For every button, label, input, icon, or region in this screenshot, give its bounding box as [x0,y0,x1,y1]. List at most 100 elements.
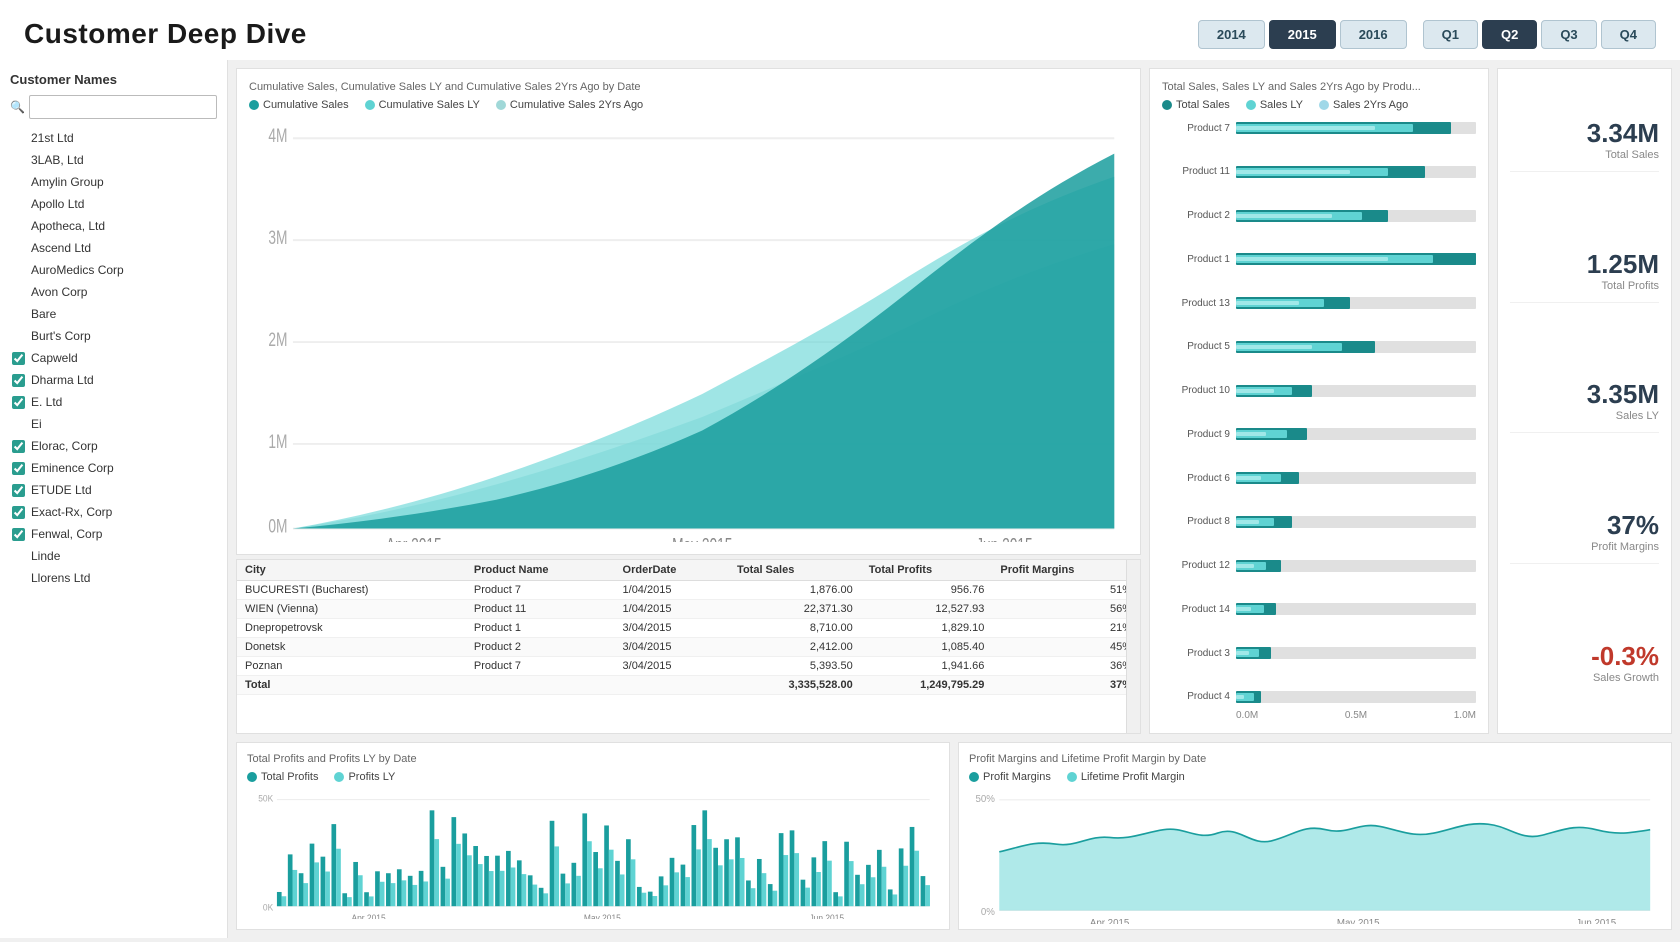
profit-bar-ly [871,877,876,906]
customer-checkbox[interactable] [12,352,25,365]
profit-bar-ly [816,872,821,906]
col-profitmargins[interactable]: Profit Margins [992,560,1140,581]
search-input[interactable] [29,95,217,119]
profit-bar-ly [347,897,352,906]
list-item[interactable]: 21st Ltd [10,127,217,149]
kpi-label: Total Sales [1510,149,1659,161]
table-row[interactable]: WIEN (Vienna) Product 11 1/04/2015 22,37… [237,600,1140,619]
list-item[interactable]: Dharma Ltd [10,369,217,391]
profit-bar-total [648,892,653,907]
list-item[interactable]: Apollo Ltd [10,193,217,215]
profit-bar-total [659,876,664,906]
profit-bar-total [484,856,489,906]
customer-checkbox[interactable] [12,374,25,387]
legend-label-total: Total Sales [1176,99,1230,111]
profit-bar-total [615,861,620,906]
customer-checkbox[interactable] [12,528,25,541]
col-product[interactable]: Product Name [466,560,615,581]
profit-bar-total [757,859,762,906]
list-item[interactable]: AuroMedics Corp [10,259,217,281]
quarter-tab-q4[interactable]: Q4 [1601,20,1656,49]
list-item[interactable]: Ascend Ltd [10,237,217,259]
customer-checkbox[interactable] [12,396,25,409]
bar-label: Product 13 [1162,298,1230,309]
svg-text:0K: 0K [263,902,273,913]
year-tab-2014[interactable]: 2014 [1198,20,1265,49]
customer-checkbox[interactable] [12,462,25,475]
svg-text:Apr 2015: Apr 2015 [352,913,386,919]
profit-bar-total [888,889,893,906]
list-item[interactable]: Bare [10,303,217,325]
col-city[interactable]: City [237,560,466,581]
col-totalsales[interactable]: Total Sales [729,560,861,581]
list-item[interactable]: E. Ltd [10,391,217,413]
page-title: Customer Deep Dive [24,18,307,50]
profit-bar-ly [925,885,930,906]
list-item[interactable]: Capweld [10,347,217,369]
bar-container [1236,210,1476,222]
bar-chart-area: Product 7 Product 11 Product 2 Product 1 [1162,119,1476,706]
tab-groups: 2014 2015 2016 Q1 Q2 Q3 Q4 [1198,20,1656,49]
br-dot-margins [969,772,979,782]
table-row[interactable]: BUCURESTI (Bucharest) Product 7 1/04/201… [237,581,1140,600]
customer-name: Fenwal, Corp [31,525,102,543]
table-scroll[interactable]: City Product Name OrderDate Total Sales … [237,560,1140,705]
list-item[interactable]: Linde [10,545,217,567]
customer-name: Capweld [31,349,78,367]
bar-row: Product 8 [1162,513,1476,531]
list-item[interactable]: ETUDE Ltd [10,479,217,501]
profit-bar-total [768,884,773,906]
bar-row: Product 4 [1162,688,1476,706]
year-tab-2016[interactable]: 2016 [1340,20,1407,49]
total-product [466,676,615,695]
list-item[interactable]: Amylin Group [10,171,217,193]
svg-text:Jun 2015: Jun 2015 [1576,918,1617,924]
bar-container [1236,297,1476,309]
list-item[interactable]: Eminence Corp [10,457,217,479]
list-item[interactable]: Llorens Ltd [10,567,217,589]
bottom-right-legend: Profit Margins Lifetime Profit Margin [969,771,1661,783]
svg-text:May 2015: May 2015 [1337,918,1380,924]
list-item[interactable]: Burt's Corp [10,325,217,347]
table-row[interactable]: Dnepropetrovsk Product 1 3/04/2015 8,710… [237,619,1140,638]
profit-bar-total [921,876,926,906]
quarter-tab-q1[interactable]: Q1 [1423,20,1478,49]
profit-bar-total [626,839,631,906]
profit-bar-ly [554,846,559,906]
bar-container [1236,516,1476,528]
quarter-tab-q2[interactable]: Q2 [1482,20,1537,49]
profit-bar-ly [751,888,756,906]
customer-checkbox[interactable] [12,440,25,453]
table-scrollbar[interactable] [1126,560,1140,733]
year-tab-2015[interactable]: 2015 [1269,20,1336,49]
list-item[interactable]: Exact-Rx, Corp [10,501,217,523]
profit-bar-total [462,833,467,906]
list-item[interactable]: 3LAB, Ltd [10,149,217,171]
quarter-tab-q3[interactable]: Q3 [1541,20,1596,49]
list-item[interactable]: Elorac, Corp [10,435,217,457]
list-item[interactable]: Apotheca, Ltd [10,215,217,237]
cell-city: BUCURESTI (Bucharest) [237,581,466,600]
table-row[interactable]: Poznan Product 7 3/04/2015 5,393.50 1,94… [237,657,1140,676]
cell-totalsales: 2,412.00 [729,638,861,657]
cell-orderdate: 1/04/2015 [615,600,730,619]
col-totalprofits[interactable]: Total Profits [861,560,993,581]
customer-name: Avon Corp [31,283,87,301]
customer-checkbox[interactable] [12,506,25,519]
list-item[interactable]: Ei [10,413,217,435]
list-item[interactable]: Fenwal, Corp [10,523,217,545]
cell-profitmargins: 36% [992,657,1140,676]
table-row[interactable]: Donetsk Product 2 3/04/2015 2,412.00 1,0… [237,638,1140,657]
legend-sales-2yrs: Sales 2Yrs Ago [1319,99,1408,111]
cell-city: Dnepropetrovsk [237,619,466,638]
bar-label: Product 4 [1162,691,1230,702]
profit-bar-ly [762,873,767,906]
profit-bar-total [866,865,871,906]
legend-sales-ly: Sales LY [1246,99,1303,111]
profit-bar-total [899,848,904,906]
col-orderdate[interactable]: OrderDate [615,560,730,581]
customer-checkbox[interactable] [12,484,25,497]
profit-bar-ly [893,894,898,906]
list-item[interactable]: Avon Corp [10,281,217,303]
profit-bar-ly [336,849,341,906]
